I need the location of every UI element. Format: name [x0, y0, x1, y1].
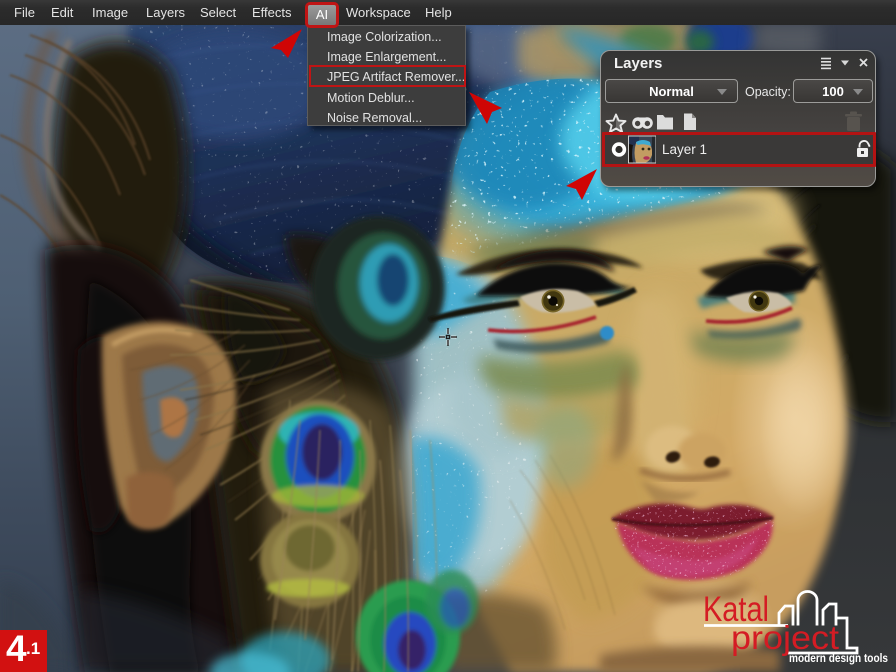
svg-text:modern design tools: modern design tools [789, 651, 888, 665]
